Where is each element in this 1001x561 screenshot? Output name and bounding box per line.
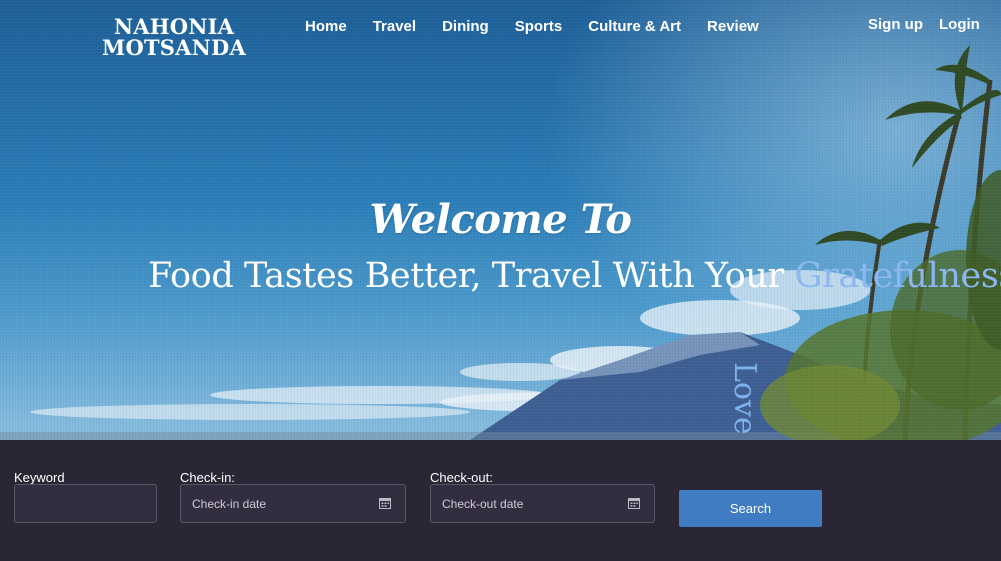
- nav-item-sports[interactable]: Sports: [515, 18, 563, 35]
- checkout-field: Check-out: Check-out date: [430, 470, 655, 523]
- tagline-main: Food Tastes Better, Travel With Your: [148, 256, 795, 296]
- keyword-input[interactable]: [14, 484, 157, 523]
- nav-item-review[interactable]: Review: [707, 18, 759, 35]
- hero-tagline: Food Tastes Better, Travel With Your Gra…: [148, 256, 1001, 296]
- nav-item-culture-art[interactable]: Culture & Art: [588, 18, 681, 35]
- keyword-field: Keyword: [14, 470, 157, 523]
- checkout-input[interactable]: Check-out date: [430, 484, 655, 523]
- site-logo[interactable]: NAHONIA MOTSANDA: [96, 16, 252, 58]
- nav-item-home[interactable]: Home: [305, 18, 347, 35]
- search-button[interactable]: Search: [679, 490, 822, 527]
- nav-item-dining[interactable]: Dining: [442, 18, 489, 35]
- calendar-icon[interactable]: [379, 497, 391, 509]
- auth-links: Sign up Login: [868, 16, 996, 33]
- signup-link[interactable]: Sign up: [868, 16, 923, 33]
- tagline-accent-word: Gratefulness: [794, 256, 1001, 296]
- checkin-input[interactable]: Check-in date: [180, 484, 406, 523]
- logo-line-2: MOTSANDA: [102, 35, 246, 60]
- login-link[interactable]: Login: [939, 16, 980, 33]
- logo-line-1: NAHONIA: [113, 14, 235, 39]
- welcome-heading: Welcome To: [369, 196, 632, 243]
- calendar-icon[interactable]: [628, 497, 640, 509]
- main-nav: Home Travel Dining Sports Culture & Art …: [305, 18, 785, 35]
- checkout-placeholder: Check-out date: [442, 497, 524, 511]
- checkin-placeholder: Check-in date: [192, 497, 267, 511]
- checkin-field: Check-in: Check-in date: [180, 470, 406, 523]
- nav-item-travel[interactable]: Travel: [373, 18, 416, 35]
- vertical-love-word: Love: [727, 362, 762, 435]
